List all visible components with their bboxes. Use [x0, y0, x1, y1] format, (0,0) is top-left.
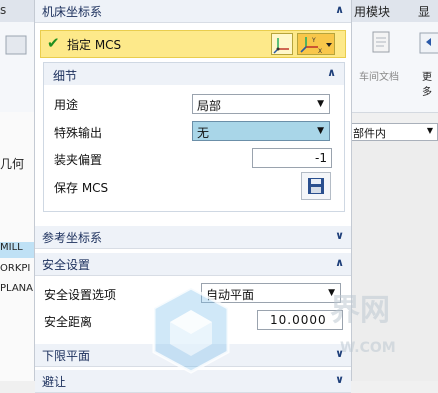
section-machine-csys-header[interactable]: 机床坐标系 ∧ [35, 0, 351, 23]
shop-doc-label: 车间文档 [359, 72, 399, 83]
section-ref-csys-header[interactable]: 参考坐标系 ∨ [35, 226, 351, 249]
safety-option-label: 安全设置选项 [44, 288, 117, 302]
safety-distance-label: 安全距离 [44, 315, 93, 329]
csys-dialog-icon [273, 38, 289, 54]
checkmark-icon: ✔ [47, 34, 60, 52]
details-group: 细节 ∧ 用途 局部 ▼ 特殊输出 无 ▼ 装夹偏置 -1 保存 MCS [43, 62, 345, 212]
special-output-select[interactable]: 无 ▼ [192, 121, 330, 141]
purpose-select-value: 局部 [197, 99, 222, 113]
watermark-subtext: W.COM [340, 340, 396, 356]
chevron-down-icon[interactable]: ∨ [335, 229, 344, 242]
tab-display[interactable]: 显 [418, 3, 430, 20]
section-title: 参考坐标系 [42, 231, 103, 245]
navigator-item-mill[interactable]: MILL [0, 242, 34, 258]
watermark-text: 界网 [330, 293, 390, 328]
app-title-fragment: s [0, 3, 7, 17]
floppy-disk-icon [308, 178, 324, 194]
navigator-geometry-label: 几何 [0, 157, 25, 171]
section-title: 机床坐标系 [42, 5, 103, 19]
section-safety-header[interactable]: 安全设置 ∧ [35, 253, 351, 276]
chevron-up-icon[interactable]: ∧ [327, 66, 336, 79]
csys-type-dropdown[interactable]: Y X [297, 33, 335, 55]
purpose-select[interactable]: 局部 ▼ [192, 94, 330, 114]
chevron-up-icon[interactable]: ∧ [335, 256, 344, 269]
chevron-down-icon: ▼ [426, 126, 433, 135]
navigator-item-label: PLANA [0, 283, 33, 294]
special-output-select-value: 无 [197, 126, 210, 140]
watermark-logo [152, 286, 230, 374]
more-label[interactable]: 更多 [422, 68, 438, 98]
chevron-down-icon: ▼ [317, 126, 324, 136]
scope-select[interactable]: 部件内 ▼ [350, 123, 438, 141]
section-title: 下限平面 [42, 349, 91, 363]
scope-select-value: 部件内 [353, 127, 386, 140]
navigator-item-label: ORKPI [0, 263, 31, 274]
save-mcs-label: 保存 MCS [54, 181, 109, 195]
svg-text:X: X [318, 48, 322, 54]
save-mcs-button[interactable] [301, 172, 331, 200]
special-output-label: 特殊输出 [54, 126, 103, 140]
purpose-label: 用途 [54, 98, 79, 112]
chevron-down-icon[interactable]: ∨ [335, 373, 344, 386]
chevron-up-icon[interactable]: ∧ [335, 3, 344, 16]
svg-text:Y: Y [311, 37, 316, 44]
shop-doc-icon[interactable] [368, 30, 394, 56]
tab-application-module[interactable]: 用模块 [354, 3, 390, 20]
details-header[interactable]: 细节 ∧ [44, 63, 344, 85]
fixture-offset-input[interactable]: -1 [252, 148, 332, 168]
details-title: 细节 [53, 69, 78, 83]
chevron-down-icon: ▼ [317, 99, 324, 109]
fixture-offset-label: 装夹偏置 [54, 153, 103, 167]
specify-mcs-label: 指定 MCS [67, 38, 122, 52]
section-title: 避让 [42, 375, 67, 389]
more-icon[interactable] [418, 30, 438, 56]
csys-axes-icon: Y X [300, 37, 332, 55]
navigator-item-planar[interactable]: PLANA [0, 283, 33, 294]
navigator-item-label: MILL [0, 242, 23, 253]
ribbon-tool-icon[interactable] [4, 32, 30, 58]
section-title: 安全设置 [42, 258, 91, 272]
navigator-item-workpiece[interactable]: ORKPI [0, 263, 30, 274]
specify-mcs-row[interactable]: ✔ 指定 MCS Y X [40, 30, 346, 58]
csys-dialog-button[interactable] [271, 33, 293, 55]
